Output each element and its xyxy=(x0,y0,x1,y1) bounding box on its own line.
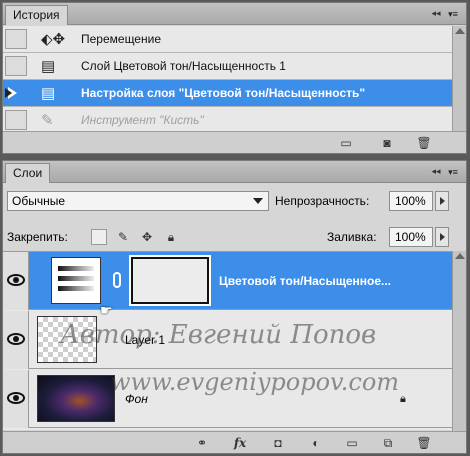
opacity-slider-arrow-icon[interactable] xyxy=(435,191,449,211)
snapshot-icon[interactable]: ◙ xyxy=(378,135,396,151)
fx-icon[interactable]: fx xyxy=(231,435,249,451)
move-tool-icon: ⬖✥ xyxy=(41,31,66,48)
history-state-pointer-icon[interactable] xyxy=(5,87,17,99)
document-icon: ▤ xyxy=(41,85,56,102)
hue-bar-icon xyxy=(58,266,94,271)
eye-icon[interactable] xyxy=(7,274,25,286)
new-layer-icon[interactable]: ⧉ xyxy=(379,435,397,451)
brush-icon: ✎ xyxy=(41,112,54,129)
layer-mask-thumbnail[interactable] xyxy=(129,255,211,306)
chain-link-icon[interactable] xyxy=(113,272,121,288)
visibility-toggle[interactable] xyxy=(3,311,29,369)
tab-history[interactable]: История xyxy=(5,5,68,25)
watermark-author: Автор: Евгений Попов xyxy=(60,320,377,350)
history-item-label: Перемещение xyxy=(81,32,161,46)
tab-layers[interactable]: Слои xyxy=(5,163,51,183)
lock-all-icon[interactable]: 🔒︎ xyxy=(163,229,179,245)
history-footer: ▭ ◙ 🗑 xyxy=(3,131,466,153)
fill-label: Заливка: xyxy=(327,230,377,244)
visibility-toggle[interactable] xyxy=(3,370,29,428)
adjustment-layer-icon[interactable]: ◐ xyxy=(307,435,325,451)
eye-icon[interactable] xyxy=(7,392,25,404)
layer-row-adjustment[interactable]: ☛ Цветовой тон/Насыщенное... xyxy=(3,252,452,318)
panel-menu-icon[interactable]: ▾≡ xyxy=(444,165,462,179)
group-folder-icon[interactable]: ▭ xyxy=(343,435,361,451)
history-item-label: Слой Цветовой тон/Насыщенность 1 xyxy=(81,59,286,73)
layer-thumbnail[interactable] xyxy=(37,375,115,422)
lock-icon: 🔒︎ xyxy=(400,393,406,405)
opacity-label: Непрозрачность: xyxy=(275,194,370,208)
layers-footer: ⚭ fx ◘ ◐ ▭ ⧉ 🗑 xyxy=(3,431,466,453)
history-item-selected[interactable]: ▤ Настройка слоя "Цветовой тон/Насыщенно… xyxy=(3,80,452,107)
history-brush-source-checkbox[interactable] xyxy=(5,110,27,130)
adjustment-thumbnail[interactable] xyxy=(51,257,101,304)
history-item[interactable]: ✎ Инструмент "Кисть" xyxy=(3,107,452,134)
trash-icon[interactable]: 🗑 xyxy=(415,435,433,451)
history-brush-source-checkbox[interactable] xyxy=(5,29,27,49)
new-document-from-state-icon[interactable]: ▭ xyxy=(337,135,355,151)
scroll-up-icon[interactable] xyxy=(455,253,465,259)
history-item[interactable]: ▤ Слой Цветовой тон/Насыщенность 1 xyxy=(3,53,452,80)
fill-input[interactable]: 100% xyxy=(389,227,433,247)
scroll-up-icon[interactable] xyxy=(455,28,465,34)
history-item-label: Инструмент "Кисть" xyxy=(81,113,204,127)
fill-slider-arrow-icon[interactable] xyxy=(435,227,449,247)
panel-menu-icon[interactable]: ▾≡ xyxy=(444,7,462,21)
watermark-site: www.evgeniypopov.com xyxy=(110,368,400,396)
document-icon: ▤ xyxy=(41,58,56,75)
layers-panel: Слои ◂◂ ▾≡ Обычные Непрозрачность: 100% … xyxy=(2,160,467,454)
history-list: ⬖✥ Перемещение ▤ Слой Цветовой тон/Насыщ… xyxy=(3,26,452,134)
blend-mode-value: Обычные xyxy=(12,194,66,208)
layer-mask-icon[interactable]: ◘ xyxy=(269,435,287,451)
history-scrollbar[interactable] xyxy=(452,26,466,131)
collapse-icon[interactable]: ◂◂ xyxy=(430,7,442,19)
history-item[interactable]: ⬖✥ Перемещение xyxy=(3,26,452,53)
history-panel: История ◂◂ ▾≡ ⬖✥ Перемещение ▤ Слой Цвет… xyxy=(2,2,467,154)
lightness-bar-icon xyxy=(58,286,94,291)
history-item-label: Настройка слоя "Цветовой тон/Насыщенност… xyxy=(81,86,366,100)
eye-icon[interactable] xyxy=(7,333,25,345)
lock-move-icon[interactable]: ✥ xyxy=(139,229,155,245)
lock-label: Закрепить: xyxy=(7,230,68,244)
lock-brush-icon[interactable]: ✎ xyxy=(115,229,131,245)
link-layers-icon[interactable]: ⚭ xyxy=(193,435,211,451)
opacity-input[interactable]: 100% xyxy=(389,191,433,211)
layers-scrollbar[interactable] xyxy=(452,251,466,431)
lock-transparent-icon[interactable] xyxy=(91,229,107,245)
layer-name[interactable]: Цветовой тон/Насыщенное... xyxy=(219,252,439,310)
trash-icon[interactable]: 🗑 xyxy=(415,135,433,151)
blend-mode-select[interactable]: Обычные xyxy=(7,191,269,211)
saturation-bar-icon xyxy=(58,276,94,281)
chevron-down-icon xyxy=(253,198,263,204)
collapse-icon[interactable]: ◂◂ xyxy=(430,165,442,177)
visibility-toggle[interactable] xyxy=(3,252,29,310)
history-brush-source-checkbox[interactable] xyxy=(5,56,27,76)
layers-panel-header: Слои ◂◂ ▾≡ xyxy=(3,161,466,183)
history-panel-header: История ◂◂ ▾≡ xyxy=(3,3,466,25)
